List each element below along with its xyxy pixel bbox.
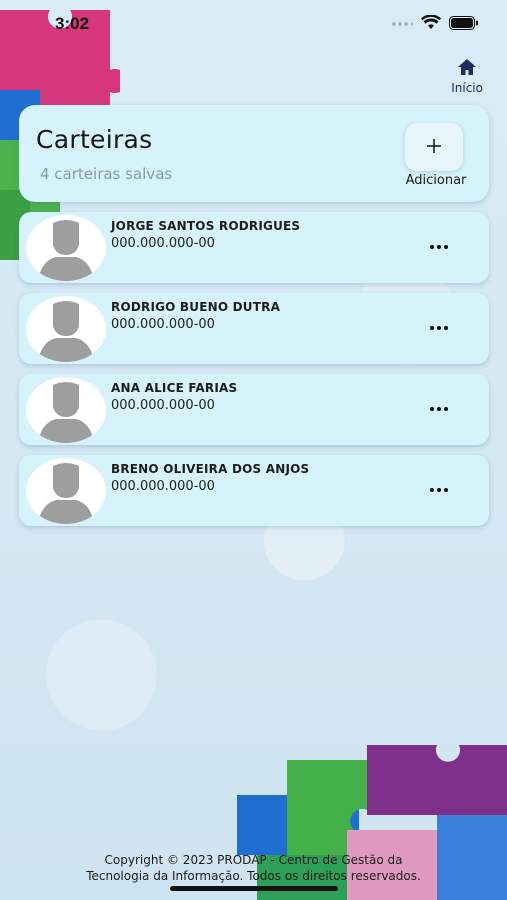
more-options-icon[interactable]: [427, 237, 451, 257]
home-label: Início: [451, 81, 483, 95]
home-icon: [457, 58, 477, 80]
footer-line-1: Copyright © 2023 PRODAP - Centro de Gest…: [104, 853, 403, 867]
copyright-footer: Copyright © 2023 PRODAP - Centro de Gest…: [0, 852, 507, 884]
user-silhouette-icon: [38, 220, 94, 281]
wallets-header-card: Carteiras 4 carteiras salvas Adicionar: [19, 105, 489, 202]
wallet-item[interactable]: BRENO OLIVEIRA DOS ANJOS 000.000.000-00: [19, 455, 489, 526]
avatar: [26, 458, 106, 524]
user-silhouette-icon: [38, 382, 94, 443]
status-bar: 3:02: [0, 0, 507, 48]
status-time: 3:02: [55, 14, 90, 33]
page-title: Carteiras: [36, 125, 153, 154]
wallet-name: JORGE SANTOS RODRIGUES: [111, 219, 301, 233]
avatar: [26, 215, 106, 281]
wallet-item[interactable]: JORGE SANTOS RODRIGUES 000.000.000-00: [19, 212, 489, 283]
wallet-cpf: 000.000.000-00: [111, 236, 215, 251]
signal-icon: [391, 15, 414, 34]
wallet-cpf: 000.000.000-00: [111, 479, 215, 494]
more-options-icon[interactable]: [427, 318, 451, 338]
battery-icon: [449, 15, 479, 34]
wallet-list: JORGE SANTOS RODRIGUES 000.000.000-00 RO…: [19, 212, 489, 536]
more-options-icon[interactable]: [427, 480, 451, 500]
avatar: [26, 377, 106, 443]
footer-line-2: Tecnologia da Informação. Todos os direi…: [86, 869, 421, 883]
add-wallet-button[interactable]: [405, 123, 463, 171]
user-silhouette-icon: [38, 463, 94, 524]
wallet-count: 4 carteiras salvas: [40, 165, 173, 183]
wallet-name: BRENO OLIVEIRA DOS ANJOS: [111, 462, 310, 476]
user-silhouette-icon: [38, 301, 94, 362]
wallet-item[interactable]: RODRIGO BUENO DUTRA 000.000.000-00: [19, 293, 489, 364]
status-icons: [391, 14, 479, 34]
wallet-name: ANA ALICE FARIAS: [111, 381, 238, 395]
more-options-icon[interactable]: [427, 399, 451, 419]
avatar: [26, 296, 106, 362]
home-indicator[interactable]: [170, 886, 338, 891]
wallet-name: RODRIGO BUENO DUTRA: [111, 300, 281, 314]
add-wallet-label[interactable]: Adicionar: [391, 173, 481, 188]
wallet-cpf: 000.000.000-00: [111, 317, 215, 332]
wifi-icon: [421, 14, 441, 34]
wallet-item[interactable]: ANA ALICE FARIAS 000.000.000-00: [19, 374, 489, 445]
wallet-cpf: 000.000.000-00: [111, 398, 215, 413]
plus-icon: [426, 138, 442, 157]
home-nav-button[interactable]: Início: [451, 58, 483, 95]
